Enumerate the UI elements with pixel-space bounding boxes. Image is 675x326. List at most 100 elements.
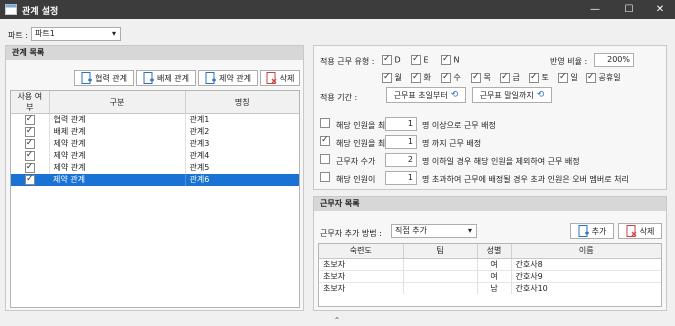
table-row[interactable]: 초보자 여 간호사9 bbox=[319, 270, 661, 282]
table-row[interactable]: 제약 관계 관계5 bbox=[11, 161, 299, 174]
rule-exclude-input[interactable]: 2 bbox=[385, 153, 417, 167]
day-holiday[interactable]: 공휴일 bbox=[586, 72, 621, 83]
rule-min-input[interactable]: 1 bbox=[385, 117, 417, 131]
delete-relation-button[interactable]: 삭제 bbox=[260, 70, 300, 86]
day-wed[interactable]: 수 bbox=[441, 72, 461, 83]
day-checkbox[interactable] bbox=[586, 72, 596, 83]
column-header-use: 사용 여부 bbox=[11, 91, 50, 114]
chevron-up-icon: ⌃ bbox=[333, 316, 341, 325]
day-tue[interactable]: 화 bbox=[411, 72, 431, 83]
table-row[interactable]: 제약 관계 관계3 bbox=[11, 137, 299, 150]
worker-gender: 여 bbox=[477, 258, 512, 270]
day-sun[interactable]: 일 bbox=[558, 72, 578, 83]
use-checkbox[interactable] bbox=[24, 114, 35, 125]
rule-min-checkbox[interactable] bbox=[320, 118, 330, 128]
add-exclusion-button[interactable]: 배제 관계 bbox=[136, 70, 196, 86]
period-label: 적용 기간 : bbox=[320, 93, 358, 102]
column-header-type: 구분 bbox=[49, 91, 186, 114]
duty-type-d[interactable]: D bbox=[382, 54, 401, 65]
ratio-input[interactable]: 200% bbox=[594, 53, 634, 67]
table-row[interactable]: 제약 관계 관계4 bbox=[11, 149, 299, 162]
period-from-button[interactable]: 근무표 초일부터 ⟲ bbox=[386, 87, 466, 103]
relation-name: 관계1 bbox=[189, 115, 210, 125]
day-sat[interactable]: 토 bbox=[529, 72, 549, 83]
duty-type-label: 적용 근무 유형 : bbox=[320, 57, 375, 66]
day-checkbox[interactable] bbox=[382, 72, 392, 83]
day-checkbox[interactable] bbox=[441, 72, 451, 83]
settings-panel: 적용 근무 유형 : D E N 반영 비율 : 200% 월 화 수 목 금 … bbox=[313, 45, 667, 190]
worker-gender: 여 bbox=[477, 270, 512, 282]
add-constraint-button[interactable]: 제약 관계 bbox=[198, 70, 258, 86]
relation-type: 제약 관계 bbox=[49, 149, 186, 162]
table-row-selected[interactable]: 제약 관계 관계6 bbox=[11, 173, 299, 186]
relation-type: 제약 관계 bbox=[49, 137, 186, 150]
relation-type: 배제 관계 bbox=[49, 125, 186, 138]
worker-skill: 초보자 bbox=[319, 282, 404, 294]
period-to-button[interactable]: 근무표 말일까지 ⟲ bbox=[472, 87, 552, 103]
use-checkbox[interactable] bbox=[24, 126, 35, 137]
add-worker-button[interactable]: 추가 bbox=[570, 223, 614, 239]
relation-panel: 관계 목록 협력 관계 배제 관계 제약 관계 삭제 사용 여부 구분 명칭 ✓… bbox=[5, 45, 304, 311]
part-label: 파트 : bbox=[8, 31, 28, 40]
worker-team bbox=[403, 270, 478, 282]
relation-name: 관계5 bbox=[189, 163, 210, 172]
add-cooperation-button[interactable]: 협력 관계 bbox=[74, 70, 134, 86]
table-row[interactable]: 배제 관계 관계2 bbox=[11, 125, 299, 138]
use-checkbox[interactable] bbox=[24, 162, 35, 173]
rule-max-input[interactable]: 1 bbox=[385, 135, 417, 149]
relation-panel-title: 관계 목록 bbox=[6, 46, 303, 60]
day-mon[interactable]: 월 bbox=[382, 72, 402, 83]
delete-worker-button[interactable]: 삭제 bbox=[618, 223, 662, 239]
add-document-icon bbox=[205, 72, 216, 84]
day-checkbox[interactable] bbox=[471, 72, 481, 83]
minimize-button[interactable]: — bbox=[580, 0, 610, 19]
part-select-value: 파트1 bbox=[35, 29, 55, 38]
day-checkbox[interactable] bbox=[558, 72, 568, 83]
collapse-handle[interactable]: ⌃ bbox=[330, 316, 344, 326]
use-checkbox[interactable] bbox=[24, 150, 35, 161]
table-row[interactable]: 초보자 여 간호사8 bbox=[319, 258, 661, 270]
table-row[interactable]: 초보자 남 간호사10 bbox=[319, 282, 661, 294]
duty-n-checkbox[interactable] bbox=[441, 54, 451, 65]
column-header-team: 팀 bbox=[403, 244, 478, 259]
relation-name: 관계4 bbox=[189, 151, 210, 160]
chevron-down-icon: ▾ bbox=[467, 226, 472, 235]
rule-max-suffix: 명 까지 근무 배정 bbox=[422, 139, 482, 148]
ratio-label: 반영 비율 : bbox=[550, 57, 588, 66]
day-thu[interactable]: 목 bbox=[471, 72, 491, 83]
rule-over-checkbox[interactable] bbox=[320, 172, 330, 182]
day-checkbox[interactable] bbox=[411, 72, 421, 83]
rule-exclude-checkbox[interactable] bbox=[320, 154, 330, 164]
relation-table: 사용 여부 구분 명칭 협력 관계 관계1 배제 관계 관계2 bbox=[11, 91, 299, 186]
use-checkbox[interactable] bbox=[24, 138, 35, 149]
close-button[interactable]: ✕ bbox=[645, 0, 675, 19]
worker-name: 간호사10 bbox=[515, 283, 548, 293]
relation-type: 제약 관계 bbox=[49, 161, 186, 174]
day-checkbox[interactable] bbox=[529, 72, 539, 83]
worker-grid: 숙련도 팀 성별 이름 초보자 여 간호사8 초보자 여 간호사9 초보자 남 … bbox=[318, 243, 662, 307]
rule-max-checkbox[interactable] bbox=[320, 135, 330, 146]
relation-name: 관계2 bbox=[189, 127, 210, 136]
add-method-label: 근무자 추가 방법 : bbox=[320, 229, 382, 238]
column-header-name: 명칭 bbox=[185, 91, 299, 114]
rule-over-input[interactable]: 1 bbox=[385, 171, 417, 185]
worker-panel: 근무자 목록 근무자 추가 방법 : 직접 추가 ▾ 추가 삭제 숙련도 팀 성… bbox=[313, 196, 667, 311]
worker-team bbox=[403, 258, 478, 270]
duty-type-e[interactable]: E bbox=[411, 54, 429, 65]
table-row[interactable]: 협력 관계 관계1 bbox=[11, 113, 299, 126]
part-select[interactable]: 파트1 ▾ bbox=[31, 27, 121, 41]
chevron-down-icon: ▾ bbox=[111, 29, 116, 38]
duty-type-n[interactable]: N bbox=[441, 54, 460, 65]
duty-e-checkbox[interactable] bbox=[411, 54, 421, 65]
add-document-icon bbox=[578, 225, 589, 237]
rule-over-label: 해당 인원이 bbox=[336, 175, 376, 184]
add-method-select[interactable]: 직접 추가 ▾ bbox=[391, 224, 477, 238]
use-checkbox[interactable] bbox=[25, 174, 35, 185]
duty-d-checkbox[interactable] bbox=[382, 54, 392, 65]
maximize-button[interactable]: ☐ bbox=[614, 0, 644, 19]
relation-type: 제약 관계 bbox=[49, 173, 186, 186]
worker-team bbox=[403, 282, 478, 294]
worker-gender: 남 bbox=[477, 282, 512, 294]
day-checkbox[interactable] bbox=[500, 72, 510, 83]
day-fri[interactable]: 금 bbox=[500, 72, 520, 83]
